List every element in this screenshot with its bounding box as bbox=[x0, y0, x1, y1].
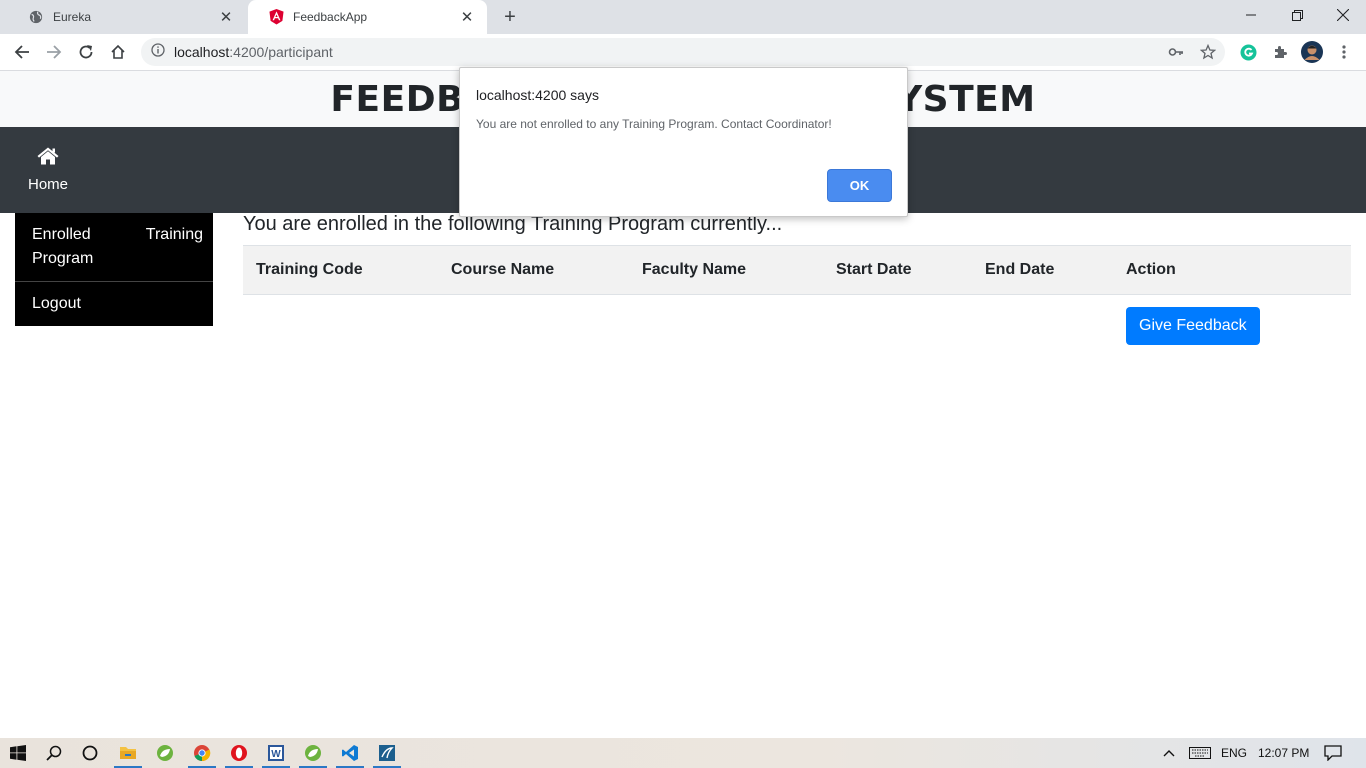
clock[interactable]: 12:07 PM bbox=[1258, 738, 1309, 768]
col-end-date: End Date bbox=[972, 245, 1113, 295]
chrome-icon[interactable] bbox=[184, 738, 220, 768]
minimize-icon[interactable] bbox=[1228, 0, 1274, 30]
col-training-code: Training Code bbox=[243, 245, 438, 295]
svg-text:W: W bbox=[271, 749, 281, 760]
training-table: Training Code Course Name Faculty Name S… bbox=[243, 245, 1351, 358]
star-icon[interactable] bbox=[1194, 38, 1222, 66]
sql-tool-icon[interactable] bbox=[369, 738, 405, 768]
col-start-date: Start Date bbox=[823, 245, 972, 295]
nav-home-label: Home bbox=[27, 176, 68, 193]
menu-kebab-icon[interactable] bbox=[1330, 38, 1358, 66]
task-view-icon[interactable] bbox=[72, 738, 108, 768]
dialog-message: You are not enrolled to any Training Pro… bbox=[476, 117, 832, 131]
col-course-name: Course Name bbox=[438, 245, 629, 295]
back-icon[interactable] bbox=[8, 38, 36, 66]
alert-dialog: localhost:4200 says You are not enrolled… bbox=[459, 67, 908, 217]
sidebar-item-logout[interactable]: Logout bbox=[15, 282, 213, 326]
avatar[interactable] bbox=[1298, 38, 1326, 66]
opera-icon[interactable] bbox=[221, 738, 257, 768]
cell-end-date bbox=[972, 295, 1113, 358]
browser-toolbar: localhost:4200/participant bbox=[0, 34, 1366, 71]
sidebar-word: Training bbox=[145, 226, 203, 243]
dialog-origin: localhost:4200 says bbox=[476, 87, 599, 103]
windows-taskbar: W ENG 12:07 PM bbox=[0, 738, 1366, 768]
extensions-icon[interactable] bbox=[1266, 38, 1294, 66]
url-text: localhost:4200/participant bbox=[174, 44, 333, 60]
key-icon[interactable] bbox=[1162, 38, 1190, 66]
globe-icon bbox=[28, 9, 44, 25]
file-explorer-icon[interactable] bbox=[110, 738, 146, 768]
ok-button[interactable]: OK bbox=[827, 169, 892, 202]
cell-training-code bbox=[243, 295, 438, 358]
angular-icon bbox=[268, 9, 284, 25]
word-icon[interactable]: W bbox=[258, 738, 294, 768]
close-window-icon[interactable] bbox=[1320, 0, 1366, 30]
close-tab-icon[interactable]: ✕ bbox=[218, 9, 234, 26]
cell-start-date bbox=[823, 295, 972, 358]
windows-start-icon[interactable] bbox=[0, 738, 36, 768]
tab-title: Eureka bbox=[53, 10, 92, 24]
url-path: :4200/participant bbox=[229, 44, 333, 60]
tab-title: FeedbackApp bbox=[293, 10, 368, 24]
vscode-icon[interactable] bbox=[332, 738, 368, 768]
url-host: localhost bbox=[174, 44, 230, 60]
nav-home-link[interactable]: Home bbox=[22, 147, 74, 193]
info-icon[interactable] bbox=[151, 42, 165, 62]
close-tab-icon[interactable]: ✕ bbox=[459, 9, 475, 26]
tab-feedbackapp[interactable]: FeedbackApp ✕ bbox=[248, 0, 487, 34]
cell-action: Give Feedback bbox=[1113, 295, 1351, 358]
col-action: Action bbox=[1113, 245, 1351, 295]
reload-icon[interactable] bbox=[72, 38, 100, 66]
give-feedback-button[interactable]: Give Feedback bbox=[1126, 307, 1260, 346]
sidebar-word: Enrolled bbox=[32, 226, 91, 243]
chevron-up-icon[interactable] bbox=[1154, 738, 1184, 768]
cell-course-name bbox=[438, 295, 629, 358]
table-row: Give Feedback bbox=[243, 295, 1351, 358]
cell-faculty-name bbox=[629, 295, 823, 358]
sidebar-word: Program bbox=[32, 250, 94, 267]
home-browser-icon[interactable] bbox=[104, 38, 132, 66]
forward-icon[interactable] bbox=[40, 38, 68, 66]
restore-icon[interactable] bbox=[1274, 0, 1320, 30]
new-tab-icon[interactable]: + bbox=[498, 5, 522, 29]
spring-tool-icon[interactable] bbox=[147, 738, 183, 768]
tab-eureka[interactable]: Eureka ✕ bbox=[8, 0, 246, 34]
keyboard-icon[interactable] bbox=[1184, 738, 1216, 768]
spring-tool-icon-2[interactable] bbox=[295, 738, 331, 768]
home-icon bbox=[37, 147, 59, 170]
table-header-row: Training Code Course Name Faculty Name S… bbox=[243, 245, 1351, 295]
sidebar-item-enrolled-training[interactable]: Enrolled Training Program bbox=[15, 213, 213, 282]
grammarly-icon[interactable] bbox=[1234, 38, 1262, 66]
search-icon[interactable] bbox=[36, 738, 72, 768]
notifications-icon[interactable] bbox=[1318, 738, 1348, 768]
address-bar[interactable]: localhost:4200/participant bbox=[141, 38, 1225, 66]
tab-strip: Eureka ✕ FeedbackApp ✕ + bbox=[0, 0, 1366, 34]
col-faculty-name: Faculty Name bbox=[629, 245, 823, 295]
language-indicator[interactable]: ENG bbox=[1221, 738, 1247, 768]
sidebar: Enrolled Training Program Logout bbox=[15, 213, 213, 326]
